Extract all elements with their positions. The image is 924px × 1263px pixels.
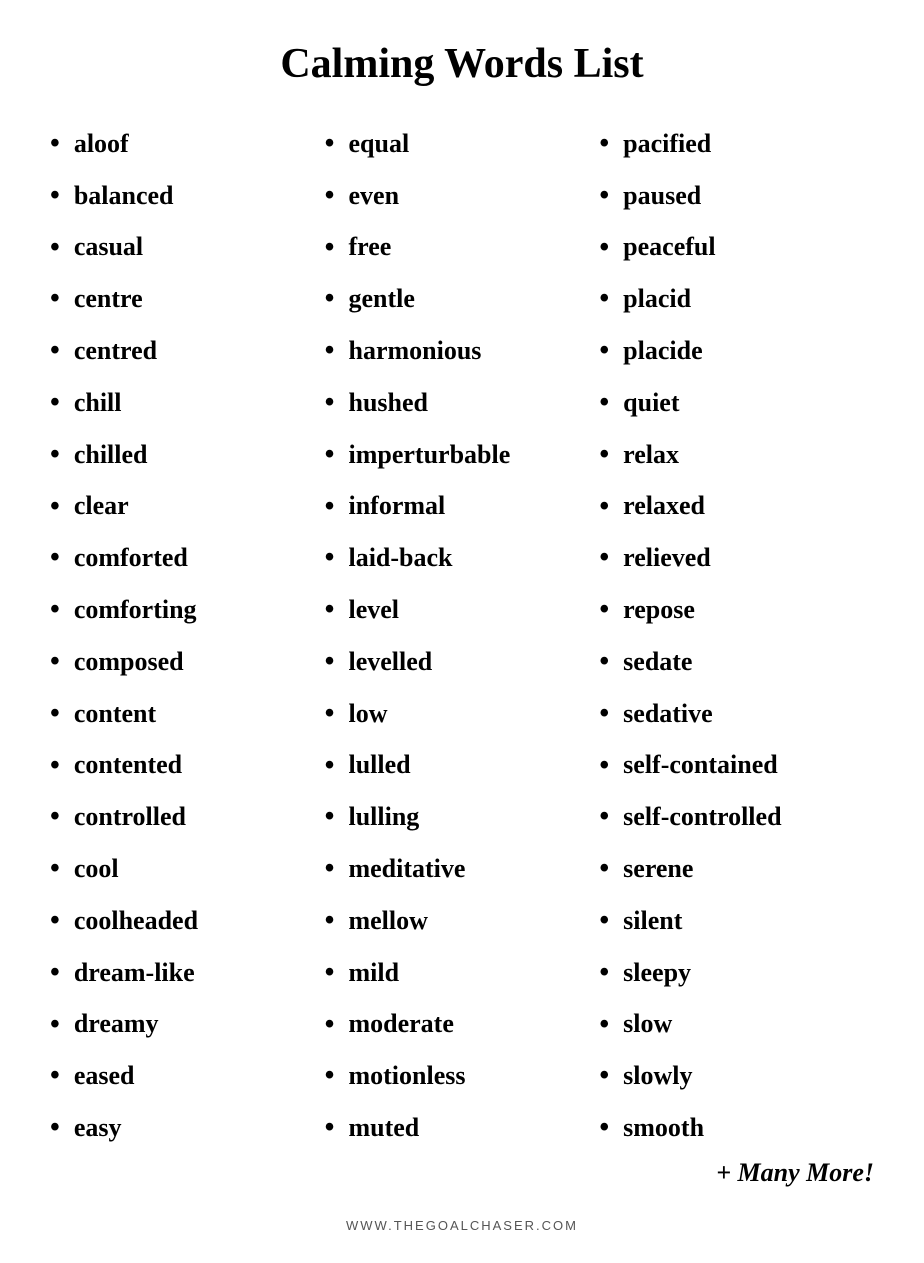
list-item: self-contained — [599, 740, 874, 792]
list-item: comforted — [50, 532, 325, 584]
list-item: mild — [325, 947, 600, 999]
list-item: motionless — [325, 1050, 600, 1102]
list-item: sleepy — [599, 947, 874, 999]
list-item: harmonious — [325, 325, 600, 377]
list-item: eased — [50, 1050, 325, 1102]
list-item: hushed — [325, 377, 600, 429]
list-item: self-controlled — [599, 791, 874, 843]
list-item: smooth — [599, 1102, 874, 1154]
list-item: dreamy — [50, 999, 325, 1051]
list-item: peaceful — [599, 222, 874, 274]
list-item: imperturbable — [325, 429, 600, 481]
list-item: free — [325, 222, 600, 274]
list-item: relaxed — [599, 481, 874, 533]
list-item: informal — [325, 481, 600, 533]
list-item: laid-back — [325, 532, 600, 584]
list-item: balanced — [50, 170, 325, 222]
list-item: centred — [50, 325, 325, 377]
page-title: Calming Words List — [280, 40, 643, 88]
list-item: sedate — [599, 636, 874, 688]
list-item: relieved — [599, 532, 874, 584]
list-item: placid — [599, 273, 874, 325]
list-item: casual — [50, 222, 325, 274]
list-item: centre — [50, 273, 325, 325]
list-item: slowly — [599, 1050, 874, 1102]
list-item: dream-like — [50, 947, 325, 999]
list-item: cool — [50, 843, 325, 895]
list-item: equal — [325, 118, 600, 170]
list-item: gentle — [325, 273, 600, 325]
list-item: easy — [50, 1102, 325, 1154]
column-3: pacifiedpausedpeacefulplacidplacidequiet… — [599, 118, 874, 1188]
list-item: composed — [50, 636, 325, 688]
list-item: sedative — [599, 688, 874, 740]
column-2: equalevenfreegentleharmonioushushedimper… — [325, 118, 600, 1154]
list-item: controlled — [50, 791, 325, 843]
list-item: serene — [599, 843, 874, 895]
list-item: quiet — [599, 377, 874, 429]
word-list-col3: pacifiedpausedpeacefulplacidplacidequiet… — [599, 118, 874, 1154]
list-item: placide — [599, 325, 874, 377]
word-list-col2: equalevenfreegentleharmonioushushedimper… — [325, 118, 600, 1154]
list-item: comforting — [50, 584, 325, 636]
more-text: + Many More! — [599, 1158, 874, 1188]
list-item: chilled — [50, 429, 325, 481]
list-item: lulled — [325, 740, 600, 792]
columns-wrapper: aloofbalancedcasualcentrecentredchillchi… — [50, 118, 874, 1188]
list-item: relax — [599, 429, 874, 481]
list-item: lulling — [325, 791, 600, 843]
footer-text: WWW.THEGOALCHASER.COM — [346, 1218, 578, 1233]
list-item: contented — [50, 740, 325, 792]
list-item: low — [325, 688, 600, 740]
list-item: repose — [599, 584, 874, 636]
word-list-col1: aloofbalancedcasualcentrecentredchillchi… — [50, 118, 325, 1154]
list-item: levelled — [325, 636, 600, 688]
list-item: level — [325, 584, 600, 636]
list-item: chill — [50, 377, 325, 429]
list-item: moderate — [325, 999, 600, 1051]
list-item: even — [325, 170, 600, 222]
list-item: meditative — [325, 843, 600, 895]
list-item: muted — [325, 1102, 600, 1154]
column-1: aloofbalancedcasualcentrecentredchillchi… — [50, 118, 325, 1154]
list-item: clear — [50, 481, 325, 533]
list-item: aloof — [50, 118, 325, 170]
list-item: mellow — [325, 895, 600, 947]
list-item: content — [50, 688, 325, 740]
list-item: slow — [599, 999, 874, 1051]
list-item: paused — [599, 170, 874, 222]
list-item: silent — [599, 895, 874, 947]
list-item: coolheaded — [50, 895, 325, 947]
list-item: pacified — [599, 118, 874, 170]
